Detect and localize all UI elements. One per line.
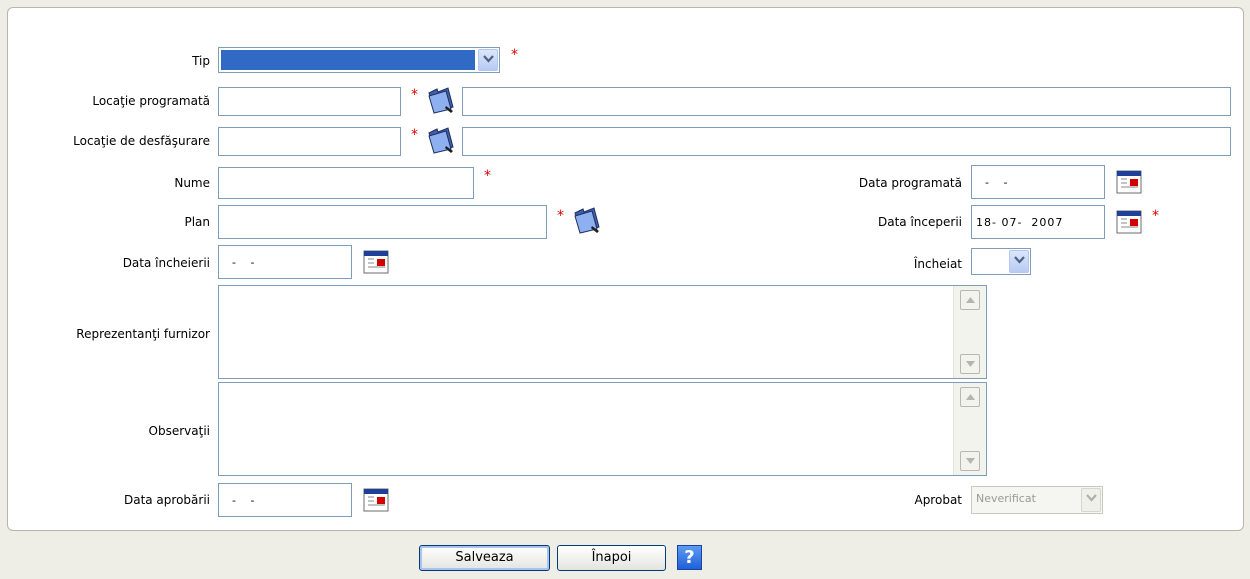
chevron-down-icon bbox=[1086, 494, 1097, 502]
locatie-desfasurare-code-input[interactable] bbox=[218, 127, 401, 156]
arrow-up-icon bbox=[966, 297, 975, 303]
scroll-up-button[interactable] bbox=[960, 290, 980, 310]
arrow-down-icon bbox=[966, 458, 975, 464]
observatii-textarea-wrap bbox=[218, 382, 987, 476]
aprobat-value: Neverificat bbox=[976, 492, 1036, 505]
save-button[interactable]: Salveaza bbox=[419, 545, 550, 571]
label-reprezentanti-furnizor: Reprezentanţi furnizor bbox=[76, 327, 210, 341]
locatie-programata-code-input[interactable] bbox=[218, 87, 401, 116]
label-data-incheierii: Data încheierii bbox=[122, 256, 210, 270]
label-observatii: Observaţii bbox=[148, 424, 210, 438]
required-marker-locatie-programata: * bbox=[411, 87, 418, 103]
scroll-down-button[interactable] bbox=[960, 451, 980, 471]
tip-select[interactable] bbox=[218, 47, 500, 73]
required-marker-tip: * bbox=[511, 47, 518, 63]
chevron-down-icon bbox=[483, 55, 494, 63]
plan-input[interactable] bbox=[218, 205, 547, 239]
arrow-up-icon bbox=[966, 394, 975, 400]
calendar-icon bbox=[1116, 170, 1142, 194]
label-aprobat: Aprobat bbox=[914, 493, 962, 507]
back-button[interactable]: Înapoi bbox=[557, 545, 666, 571]
tip-selected-highlight bbox=[221, 50, 475, 70]
locatie-programata-name-input[interactable] bbox=[462, 87, 1231, 116]
required-marker-locatie-desfasurare: * bbox=[411, 127, 418, 143]
required-marker-plan: * bbox=[557, 208, 564, 224]
reprezentanti-scrollbar[interactable] bbox=[953, 286, 986, 378]
calendar-icon bbox=[363, 250, 389, 274]
observatii-scrollbar[interactable] bbox=[953, 383, 986, 475]
data-programata-calendar-button[interactable] bbox=[1116, 170, 1142, 194]
data-incheierii-calendar-button[interactable] bbox=[363, 250, 389, 274]
calendar-icon bbox=[1116, 210, 1142, 234]
browse-locatie-desfasurare-button[interactable] bbox=[426, 126, 456, 154]
nume-input[interactable] bbox=[218, 167, 474, 199]
locatie-desfasurare-name-input[interactable] bbox=[462, 127, 1231, 156]
data-inceperii-calendar-button[interactable] bbox=[1116, 210, 1142, 234]
label-locatie-desfasurare: Locaţie de desfăşurare bbox=[73, 134, 210, 148]
label-plan: Plan bbox=[184, 215, 210, 229]
label-data-aprobarii: Data aprobării bbox=[123, 493, 210, 507]
reprezentanti-furnizor-textarea[interactable] bbox=[219, 286, 953, 378]
required-marker-data-inceperii: * bbox=[1152, 208, 1159, 224]
label-locatie-programata: Locaţie programată bbox=[92, 94, 210, 108]
label-nume: Nume bbox=[174, 176, 210, 190]
help-icon[interactable]: ? bbox=[677, 545, 702, 570]
data-aprobarii-input[interactable] bbox=[218, 483, 352, 517]
tip-dropdown-button[interactable] bbox=[478, 49, 498, 71]
scroll-down-button[interactable] bbox=[960, 354, 980, 374]
data-aprobarii-calendar-button[interactable] bbox=[363, 488, 389, 512]
browse-plan-button[interactable] bbox=[572, 206, 602, 234]
incheiat-dropdown-button[interactable] bbox=[1009, 250, 1029, 273]
folder-icon bbox=[428, 127, 454, 154]
data-inceperii-input[interactable] bbox=[971, 205, 1105, 239]
folder-icon bbox=[574, 207, 600, 234]
aprobat-dropdown-button bbox=[1081, 488, 1101, 512]
reprezentanti-furnizor-textarea-wrap bbox=[218, 285, 987, 379]
chevron-down-icon bbox=[1014, 256, 1025, 264]
label-tip: Tip bbox=[192, 54, 210, 68]
aprobat-select: Neverificat bbox=[971, 486, 1103, 514]
arrow-down-icon bbox=[966, 361, 975, 367]
calendar-icon bbox=[363, 488, 389, 512]
incheiat-select[interactable] bbox=[971, 248, 1031, 275]
label-data-inceperii: Data începerii bbox=[878, 215, 962, 229]
data-incheierii-input[interactable] bbox=[218, 245, 352, 279]
browse-locatie-programata-button[interactable] bbox=[426, 86, 456, 114]
observatii-textarea[interactable] bbox=[219, 383, 953, 475]
data-programata-input[interactable] bbox=[971, 165, 1105, 199]
required-marker-nume: * bbox=[484, 168, 491, 184]
label-data-programata: Data programată bbox=[858, 176, 962, 190]
scroll-up-button[interactable] bbox=[960, 387, 980, 407]
label-incheiat: Încheiat bbox=[913, 257, 962, 271]
folder-icon bbox=[428, 87, 454, 114]
